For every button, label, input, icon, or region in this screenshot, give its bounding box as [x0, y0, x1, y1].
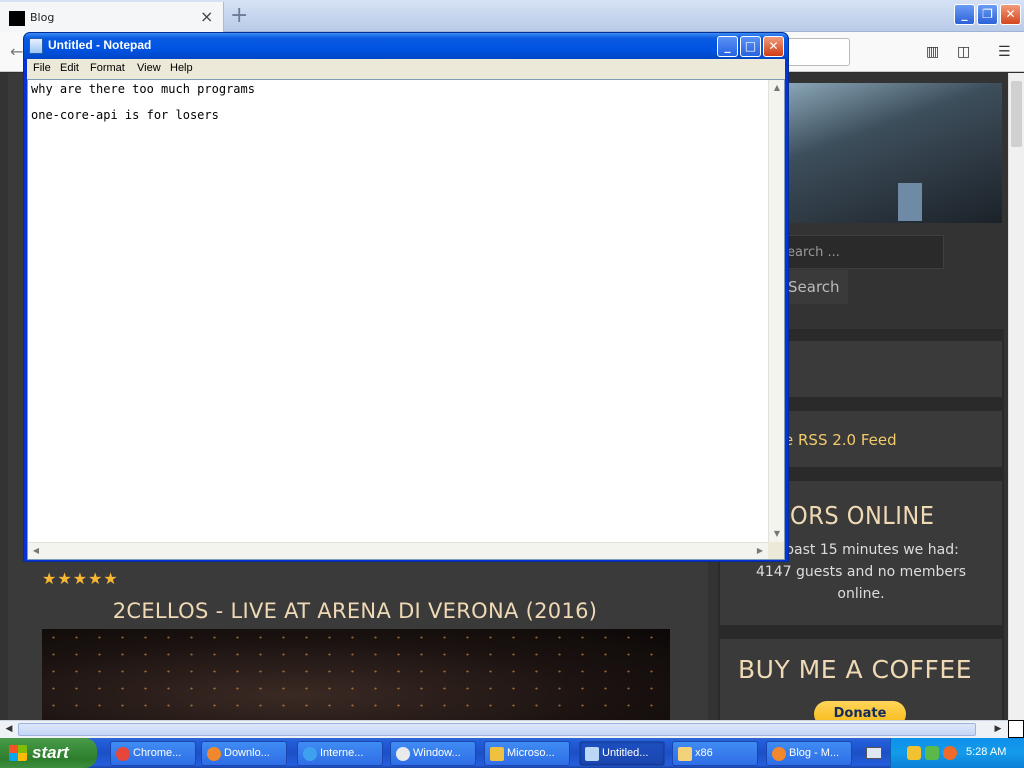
taskbar-button-chrome[interactable]: Chrome... — [110, 741, 196, 766]
search-icon[interactable] — [943, 746, 957, 760]
taskbar-button-internet-explorer[interactable]: Interne... — [297, 741, 383, 766]
notepad-close-button[interactable]: ✕ — [763, 36, 784, 57]
rss-feed-link[interactable]: e RSS 2.0 Feed — [784, 431, 897, 449]
start-button[interactable]: start — [0, 738, 97, 768]
start-label: start — [32, 743, 69, 762]
notepad-icon — [29, 38, 43, 54]
folder-icon — [678, 747, 692, 761]
menu-format[interactable]: Format — [90, 62, 125, 74]
back-icon[interactable]: ← — [10, 42, 23, 61]
notepad-text-area[interactable]: why are there too much programs one-core… — [27, 79, 785, 560]
firefox-icon — [772, 747, 786, 761]
resize-grip-icon[interactable] — [768, 542, 784, 559]
menu-help[interactable]: Help — [170, 62, 193, 74]
close-tab-icon[interactable]: × — [200, 7, 213, 26]
menu-edit[interactable]: Edit — [60, 62, 79, 74]
menu-icon[interactable]: ☰ — [998, 44, 1011, 60]
task-label: Microso... — [507, 747, 555, 759]
tab-blog[interactable]: Blog × — [0, 2, 224, 32]
task-label: Window... — [413, 747, 461, 759]
task-label: Downlo... — [224, 747, 270, 759]
video-thumbnail[interactable] — [42, 629, 670, 720]
keyboard-icon[interactable] — [866, 747, 882, 759]
notepad-vertical-scrollbar[interactable]: ▲ ▼ — [768, 80, 784, 542]
media-player-icon — [396, 747, 410, 761]
notepad-minimize-button[interactable]: _ — [717, 36, 738, 57]
scroll-right-icon[interactable]: ▶ — [990, 722, 1006, 737]
tab-title: Blog — [30, 11, 55, 24]
page-horizontal-scrollbar[interactable]: ◀ ▶ — [0, 720, 1008, 738]
taskbar-button-microsoft[interactable]: Microso... — [484, 741, 570, 766]
page-vertical-scrollbar[interactable] — [1008, 73, 1024, 720]
post-title[interactable]: 2CELLOS - LIVE AT ARENA DI VERONA (2016) — [8, 599, 702, 623]
system-tray: 5:28 AM — [890, 738, 1024, 768]
text-line: one-core-api is for losers — [31, 108, 219, 122]
browser-close-button[interactable]: ✕ — [1000, 4, 1021, 25]
header-city-image — [788, 83, 1002, 223]
taskbar-button-x86-folder[interactable]: x86 — [672, 741, 758, 766]
text-line: why are there too much programs — [31, 82, 255, 96]
task-label: Blog - M... — [789, 747, 840, 759]
taskbar: start Chrome... Downlo... Interne... Win… — [0, 738, 1024, 768]
task-label: Interne... — [320, 747, 364, 759]
app-icon — [490, 747, 504, 761]
site-favicon-icon — [9, 11, 25, 26]
menu-view[interactable]: View — [137, 62, 161, 74]
taskbar-button-notepad[interactable]: Untitled... — [579, 741, 665, 766]
firefox-icon — [207, 747, 221, 761]
search-button[interactable]: Search — [780, 270, 848, 304]
donate-button[interactable]: Donate — [814, 701, 906, 720]
notepad-title: Untitled - Notepad — [48, 38, 152, 52]
security-shield-icon[interactable] — [907, 746, 921, 760]
notepad-icon — [585, 747, 599, 761]
search-input[interactable]: earch ... — [776, 235, 944, 269]
scroll-left-icon[interactable]: ◀ — [1, 722, 17, 737]
new-tab-button[interactable]: + — [230, 3, 248, 28]
video-lights — [42, 629, 670, 720]
sidebar-icon[interactable]: ◫ — [957, 44, 970, 60]
task-label: Chrome... — [133, 747, 182, 759]
scrollbar-thumb[interactable] — [18, 723, 976, 736]
tab-strip: Blog × + _ ❐ ✕ — [0, 0, 1024, 32]
windows-logo-icon — [9, 745, 27, 761]
menu-file[interactable]: File — [33, 62, 51, 74]
taskbar-button-blog-firefox[interactable]: Blog - M... — [766, 741, 852, 766]
buy-me-a-coffee-title: BUY ME A COFFEE — [738, 655, 973, 684]
browser-minimize-button[interactable]: _ — [954, 4, 975, 25]
scroll-right-icon[interactable]: ▶ — [752, 543, 768, 559]
notepad-window: Untitled - Notepad _ □ ✕ File Edit Forma… — [23, 32, 789, 562]
rating-stars: ★★★★★ — [42, 569, 119, 588]
task-label: x86 — [695, 747, 713, 759]
clock: 5:28 AM — [966, 746, 1007, 758]
scroll-down-icon[interactable]: ▼ — [769, 526, 785, 542]
taskbar-button-downloads[interactable]: Downlo... — [201, 741, 287, 766]
scroll-left-icon[interactable]: ◀ — [28, 543, 44, 559]
ie-icon — [303, 747, 317, 761]
scrollbar-thumb[interactable] — [1011, 81, 1022, 147]
network-icon[interactable] — [925, 746, 939, 760]
taskbar-button-windows-media[interactable]: Window... — [390, 741, 476, 766]
chrome-icon — [116, 747, 130, 761]
notepad-horizontal-scrollbar[interactable]: ◀ ▶ — [28, 542, 768, 559]
divider — [718, 627, 1004, 637]
visitors-online-title: ORS ONLINE — [790, 501, 935, 530]
library-icon[interactable]: ▥ — [926, 44, 939, 60]
browser-restore-button[interactable]: ❐ — [977, 4, 998, 25]
task-label: Untitled... — [602, 747, 649, 759]
notepad-title-bar[interactable]: Untitled - Notepad _ □ ✕ — [24, 33, 788, 59]
rss-link-text[interactable]: RSS 2.0 Feed — [798, 431, 897, 449]
notepad-maximize-button[interactable]: □ — [740, 36, 761, 57]
scroll-up-icon[interactable]: ▲ — [769, 80, 785, 96]
scrollbar-corner — [1008, 720, 1024, 738]
notepad-menu-bar: File Edit Format View Help — [27, 59, 785, 79]
